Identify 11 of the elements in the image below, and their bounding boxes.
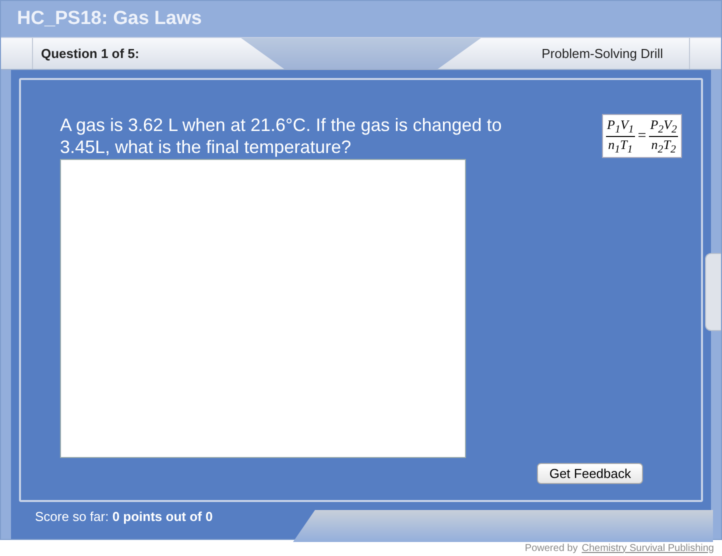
gas-law-formula: P$_{1}$V$_{1}$ n$_{1}$T$_{1}$ = P$_{2}$V$_{2}$ n$_{2}$T$_{2}$	[602, 114, 682, 158]
question-text: A gas is 3.62 L when at 21.6°C. If the gas is changed to 3.45L, what is the final temperature?	[60, 114, 503, 158]
publisher-link[interactable]: Chemistry Survival Publishing	[582, 542, 714, 554]
answer-field[interactable]	[60, 159, 466, 458]
drill-mode-label: Problem-Solving Drill	[542, 46, 663, 61]
question-counter: Question 1 of 5:	[41, 46, 140, 61]
window-title: HC_PS18: Gas Laws	[17, 8, 202, 30]
get-feedback-button[interactable]: Get Feedback	[537, 463, 643, 484]
powered-by-text: Powered by	[524, 542, 578, 554]
score-text: Score so far: 0 points out of 0	[35, 508, 213, 524]
side-handle[interactable]	[705, 253, 721, 331]
